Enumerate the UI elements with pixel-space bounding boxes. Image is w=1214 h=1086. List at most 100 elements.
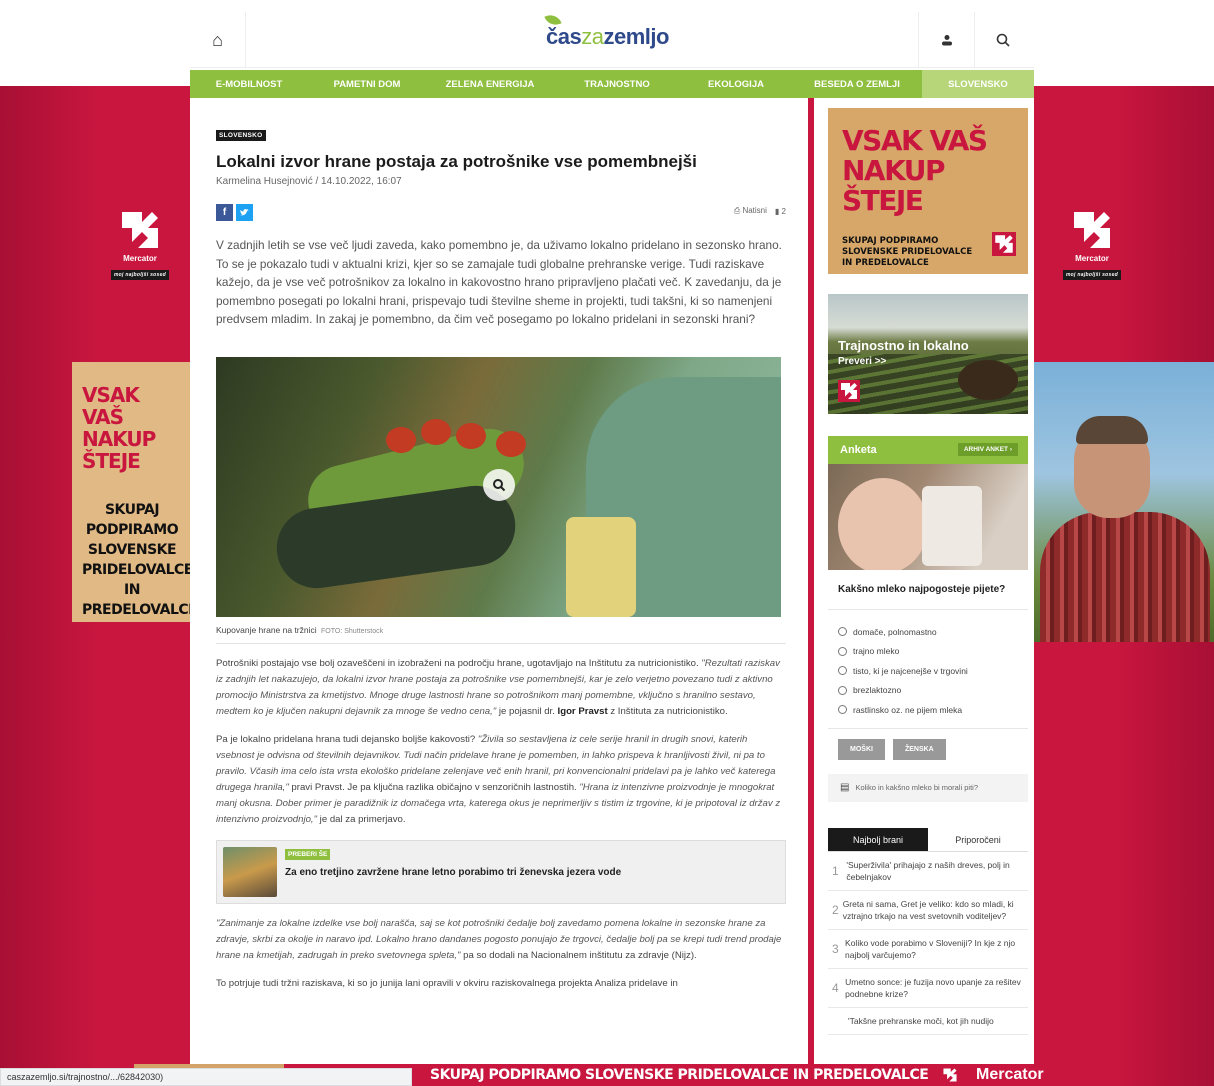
comments-button[interactable]: ▮ 2 [775, 207, 786, 216]
poll-related-link[interactable]: ▤ Koliko in kakšno mleko bi morali piti? [828, 773, 1028, 802]
photo-tomato [456, 422, 486, 449]
radio-button[interactable] [838, 646, 847, 656]
p1-name: Igor Pravst [557, 705, 608, 717]
nav-item-pametni-dom[interactable]: PAMETNI DOM [308, 70, 426, 98]
poll-option[interactable]: domače, polnomastno [838, 622, 1028, 642]
ad-slogan-line-2: NAKUP ŠTEJE [82, 427, 156, 473]
mercator-tagline: moj najboljši sosed [110, 270, 170, 280]
p1-tail: je pojasnil dr. [496, 705, 558, 717]
main-nav: E-MOBILNOST PAMETNI DOM ZELENA ENERGIJA … [190, 70, 1034, 98]
nav-item-slovensko[interactable]: SLOVENSKO [922, 70, 1034, 98]
mercator-mark-icon [1070, 208, 1114, 252]
poll-option[interactable]: tisto, ki je najcenejše v trgovini [838, 661, 1028, 681]
left-ad-panel[interactable]: VSAK VAŠ NAKUP ŠTEJE SKUPAJ PODPIRAMO SL… [72, 362, 198, 622]
mercator-mark-icon [943, 1068, 957, 1082]
mercator-mark-icon [992, 232, 1016, 256]
vote-male-button[interactable]: MOŠKI [838, 738, 885, 760]
site-logo[interactable]: časzazemljo [544, 11, 669, 50]
ad-slogan-sub: SKUPAJ PODPIRAMO SLOVENSKE PRIDELOVALCE … [82, 502, 198, 618]
caption-text: Kupovanje hrane na tržnici [216, 624, 317, 635]
item-title: 'Takšne prehranske moči, kot jih nudijo [848, 1016, 994, 1026]
list-item[interactable]: 2 Greta ni sama, Gret je veliko: kdo so m… [828, 891, 1028, 930]
photo-caption: Kupovanje hrane na tržnici FOTO: Shutter… [216, 625, 786, 644]
mercator-tagline: moj najboljši sosed [1062, 270, 1122, 280]
item-number: 4 [832, 981, 839, 995]
article-paragraph-1: Potrošniki postajajo vse bolj ozaveščeni… [216, 656, 786, 720]
nav-item-e-mobilnost[interactable]: E-MOBILNOST [190, 70, 308, 98]
read-more-label: PREBERI ŠE [285, 848, 331, 860]
list-item[interactable]: 4 Umetno sonce: je fuzija novo upanje za … [828, 969, 1028, 1008]
farmer-hair [1076, 416, 1148, 444]
p2-text-3: je dal za primerjavo. [317, 813, 406, 825]
photo-tomato [496, 430, 526, 457]
logo-cas: čas [546, 24, 582, 49]
poll-header: Anketa ARHIV ANKET › [828, 436, 1028, 464]
article-byline: Karmelina Husejnović / 14.10.2022, 16:07 [216, 176, 402, 187]
article-tools: ⎙ Natisni ▮ 2 [734, 206, 786, 216]
p1-tail-2: z Inštituta za nutricionistiko. [607, 705, 728, 717]
user-icon [941, 35, 952, 46]
read-more-box[interactable]: PREBERI ŠE Za eno tretjino zavržene hran… [216, 839, 786, 904]
sidebar-ad-slogan-2: NAKUP ŠTEJE [842, 154, 946, 217]
item-title: Greta ni sama, Gret je veliko: kdo so ml… [842, 899, 1014, 921]
print-label: Natisni [742, 206, 767, 215]
read-more-title[interactable]: Za eno tretjino zavržene hrane letno por… [285, 867, 621, 878]
facebook-share-button[interactable]: f [216, 204, 233, 221]
photo-shopping-bag [566, 516, 636, 617]
item-number: 1 [832, 864, 839, 878]
user-button[interactable] [918, 12, 974, 68]
site-header: ⌂ časzazemljo [190, 11, 1034, 68]
mercator-mark-icon [838, 380, 860, 402]
article-photo[interactable] [216, 356, 781, 617]
poll-option[interactable]: brezlaktozno [838, 681, 1028, 701]
list-item[interactable]: 1 'Superživila' prihajajo z naših dreves,… [828, 852, 1028, 891]
radio-button[interactable] [838, 627, 847, 637]
mercator-wordmark: Mercator [1075, 254, 1109, 263]
document-icon: ▤ [840, 782, 850, 793]
poll-archive-label: ARHIV ANKET [963, 446, 1009, 453]
nav-item-zelena-energija[interactable]: ZELENA ENERGIJA [426, 70, 554, 98]
left-mercator-logo[interactable]: Mercator moj najboljši sosed [110, 208, 170, 281]
read-more-thumbnail [223, 846, 277, 897]
sidebar-ad-2-cta: Preveri >> [838, 356, 887, 367]
popular-tabs: Najbolj brani Priporočeni [828, 828, 1028, 852]
list-item[interactable]: 'Takšne prehranske moči, kot jih nudijo [828, 1008, 1028, 1035]
poll-option[interactable]: rastlinsko oz. ne pijem mleka [838, 700, 1028, 720]
right-ad-farmer-photo[interactable] [1034, 362, 1214, 642]
content-area: SLOVENSKO Lokalni izvor hrane postaja za… [190, 98, 1034, 1086]
right-mercator-logo[interactable]: Mercator moj najboljši sosed [1062, 208, 1122, 281]
zoom-button[interactable] [483, 468, 515, 501]
vote-female-button[interactable]: ŽENSKA [892, 738, 946, 760]
mercator-wordmark: Mercator [123, 254, 157, 263]
radio-button[interactable] [838, 685, 847, 695]
tab-most-read[interactable]: Najbolj brani [828, 828, 928, 851]
nav-item-ekologija[interactable]: EKOLOGIJA [680, 70, 792, 98]
facebook-icon: f [222, 207, 227, 218]
item-title: 'Superživila' prihajajo z naših dreves, … [846, 860, 1010, 882]
status-url: caszazemljo.si/trajnostno/.../62842030) [7, 1072, 164, 1082]
tab-recommended[interactable]: Priporočeni [928, 828, 1028, 851]
farmer-shirt [1040, 512, 1210, 642]
poll-option[interactable]: trajno mleko [838, 642, 1028, 662]
poll-buttons: MOŠKI ŽENSKA [828, 727, 1028, 770]
home-button[interactable]: ⌂ [190, 12, 246, 68]
soil-in-hands [958, 360, 1018, 400]
poll-archive-button[interactable]: ARHIV ANKET › [957, 443, 1018, 456]
sidebar-ad-1[interactable]: VSAK VAŠ NAKUP ŠTEJE SKUPAJ PODPIRAMO SL… [828, 108, 1028, 274]
poll-widget: Anketa ARHIV ANKET › Kakšno mleko najpog… [828, 436, 1028, 802]
radio-button[interactable] [838, 666, 847, 676]
article-title: Lokalni izvor hrane postaja za potrošnik… [216, 152, 697, 171]
nav-item-beseda-o-zemlji[interactable]: BESEDA O ZEMLJI [792, 70, 922, 98]
print-button[interactable]: ⎙ Natisni [734, 206, 767, 216]
item-number: 2 [832, 903, 839, 917]
sidebar-ad-2[interactable]: Trajnostno in lokalno Preveri >> [828, 294, 1028, 414]
list-item[interactable]: 3 Koliko vode porabimo v Sloveniji? In kj… [828, 930, 1028, 969]
search-button[interactable] [974, 12, 1030, 68]
magnifier-icon [493, 478, 506, 492]
category-tag[interactable]: SLOVENSKO [216, 130, 266, 141]
radio-button[interactable] [838, 705, 847, 715]
nav-item-trajnostno[interactable]: TRAJNOSTNO [554, 70, 680, 98]
photo-tomato [386, 426, 416, 453]
twitter-share-button[interactable] [236, 204, 253, 221]
bottom-ad-text: SKUPAJ PODPIRAMO SLOVENSKE PRIDELOVALCE … [430, 1067, 929, 1083]
